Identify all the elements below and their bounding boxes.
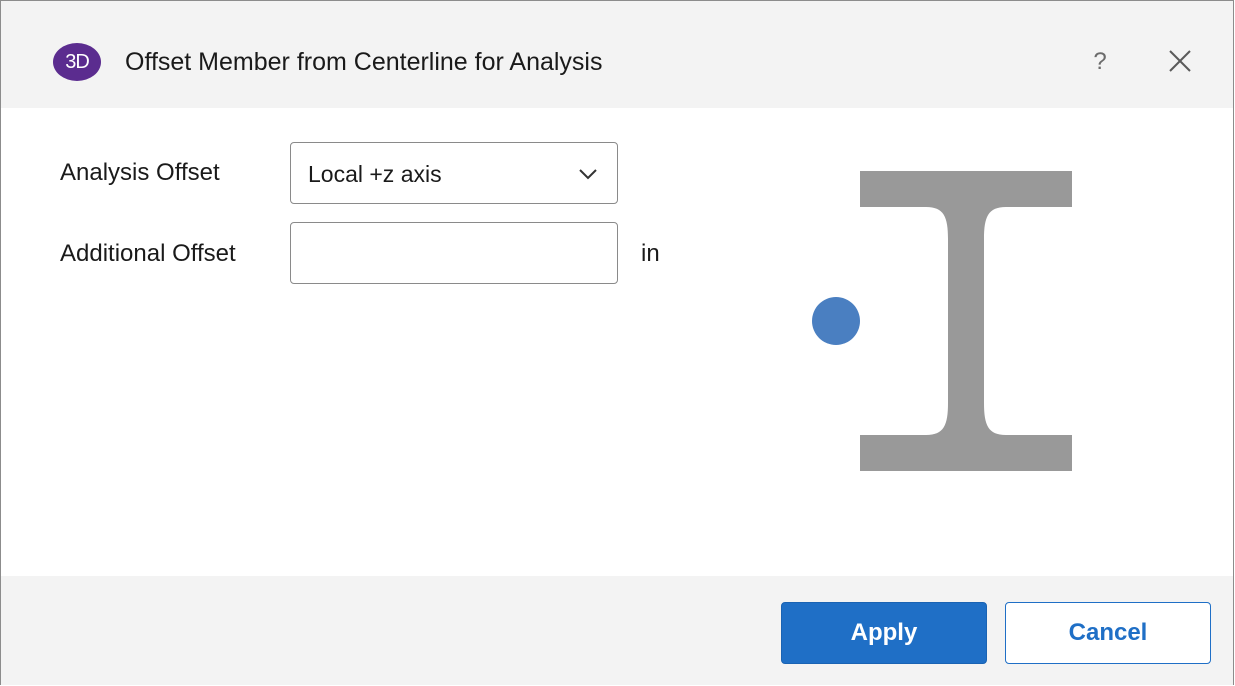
offset-point-icon: [812, 297, 860, 345]
dialog-title: Offset Member from Centerline for Analys…: [125, 48, 603, 76]
analysis-offset-select[interactable]: Local +z axis: [290, 142, 618, 204]
chevron-down-icon: [579, 169, 597, 180]
apply-button[interactable]: Apply: [781, 602, 987, 664]
close-icon: [1169, 50, 1191, 72]
app-logo-icon: 3D: [53, 43, 101, 81]
dialog-window: 3D Offset Member from Centerline for Ana…: [0, 0, 1234, 685]
additional-offset-input[interactable]: [290, 222, 618, 284]
close-button[interactable]: [1161, 43, 1201, 81]
i-beam-section-icon: [812, 171, 1072, 471]
analysis-offset-label: Analysis Offset: [60, 159, 220, 186]
analysis-offset-value: Local +z axis: [308, 161, 442, 187]
additional-offset-unit: in: [641, 240, 660, 267]
additional-offset-label: Additional Offset: [60, 240, 236, 267]
title-bar: 3D Offset Member from Centerline for Ana…: [1, 1, 1233, 108]
i-beam-shape: [860, 171, 1072, 471]
cancel-button[interactable]: Cancel: [1005, 602, 1211, 664]
help-button[interactable]: ?: [1083, 43, 1117, 81]
